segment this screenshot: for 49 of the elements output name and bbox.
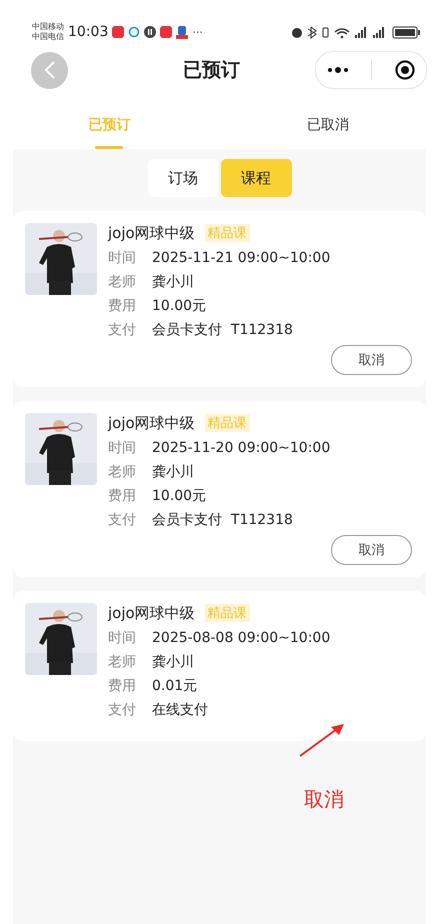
pause-icon [144, 26, 156, 38]
app-notification-icon [160, 26, 172, 38]
course-tag: 精品课 [204, 414, 250, 432]
field-value: 会员卡支付 T112318 [152, 510, 293, 528]
course-title: jojo网球中级 [108, 604, 195, 622]
segment-button[interactable]: 课程 [220, 159, 292, 197]
field-value: 10.00元 [152, 296, 206, 314]
field-label: 时间 [108, 438, 136, 456]
app-notification-icon [176, 26, 188, 38]
field-label: 支付 [108, 510, 136, 528]
cancel-button[interactable]: 取消 [331, 345, 412, 375]
field-label: 老师 [108, 652, 136, 670]
field-value: 在线支付 [152, 700, 208, 718]
field-value: 会员卡支付 T112318 [152, 320, 293, 338]
field-label: 费用 [108, 486, 136, 504]
field-value: 0.01元 [152, 676, 198, 694]
carrier-name: 中国移动 [32, 22, 64, 32]
field-label: 支付 [108, 320, 136, 338]
field-value: 龚小川 [152, 272, 194, 290]
app-notification-icon [112, 26, 124, 38]
field-label: 老师 [108, 462, 136, 480]
field-value: 龚小川 [152, 462, 194, 480]
close-icon[interactable] [394, 60, 415, 80]
status-time: 10:03 [68, 24, 108, 40]
course-title: jojo网球中级 [108, 224, 195, 242]
chevron-left-icon [42, 60, 56, 80]
course-title: jojo网球中级 [108, 414, 195, 432]
course-tag: 精品课 [204, 224, 250, 242]
carrier-name: 中国电信 [32, 32, 64, 42]
annotation-arrow [299, 723, 345, 757]
course-tag: 精品课 [204, 604, 250, 622]
field-value: 2025-11-20 09:00~10:00 [152, 440, 330, 456]
annotation-text: 取消 [304, 786, 344, 813]
page-title: 已预订 [182, 58, 241, 83]
field-value: 2025-08-08 09:00~10:00 [152, 630, 330, 646]
more-notifications: ··· [192, 26, 203, 38]
field-value: 龚小川 [152, 652, 194, 670]
field-label: 时间 [108, 628, 136, 646]
tab[interactable]: 已取消 [218, 100, 437, 149]
field-label: 支付 [108, 700, 136, 718]
field-value: 2025-11-21 09:00~10:00 [152, 250, 330, 266]
segment-button[interactable]: 订场 [148, 159, 218, 197]
field-label: 时间 [108, 248, 136, 266]
cancel-button[interactable]: 取消 [331, 535, 412, 565]
field-label: 费用 [108, 676, 136, 694]
field-label: 费用 [108, 296, 136, 314]
more-icon[interactable] [327, 67, 350, 73]
field-label: 老师 [108, 272, 136, 290]
field-value: 10.00元 [152, 486, 206, 504]
